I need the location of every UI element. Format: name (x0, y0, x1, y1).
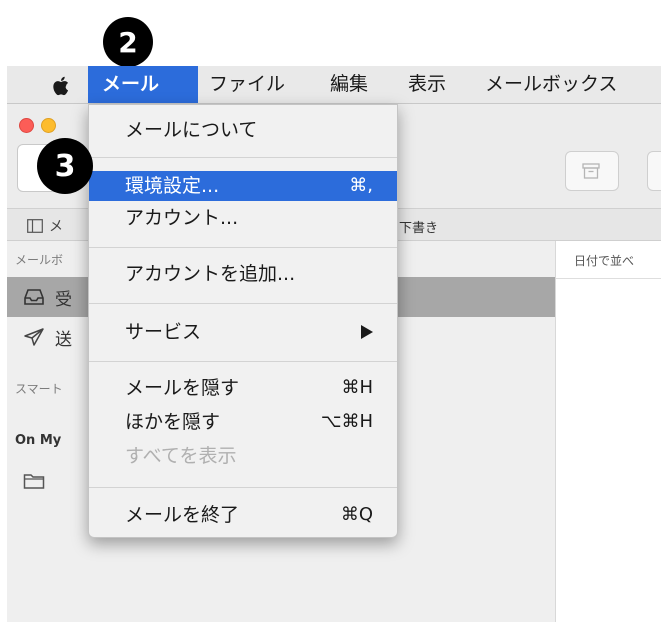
menu-mail[interactable]: メール (88, 66, 198, 103)
apple-icon[interactable] (51, 75, 73, 97)
sent-icon (24, 328, 44, 346)
toolbar-button-right[interactable] (647, 151, 661, 191)
menu-item-label: サービス (125, 321, 202, 343)
menu-file[interactable]: ファイル (209, 66, 285, 103)
menu-separator (89, 157, 397, 158)
archive-icon (582, 163, 600, 179)
sidebar-toggle-icon (27, 219, 43, 233)
menu-item-preferences[interactable]: 環境設定... ⌘, (89, 171, 397, 201)
menu-item-services[interactable]: サービス (89, 317, 397, 347)
mailboxes-toggle[interactable]: メ (27, 216, 63, 236)
menu-mailbox[interactable]: メールボックス (485, 66, 617, 103)
menu-view[interactable]: 表示 (408, 66, 446, 103)
menu-item-label: アカウント... (125, 207, 239, 229)
sidebar-heading-on-my-mac: On My (15, 433, 62, 448)
drafts-favorite[interactable]: 下書き (399, 217, 438, 236)
menu-item-hide-others[interactable]: ほかを隠す ⌥⌘H (89, 407, 397, 437)
sidebar-heading-mailboxes: メールボ (15, 253, 64, 267)
menu-item-label: ほかを隠す (125, 411, 221, 433)
menu-separator (89, 303, 397, 304)
sidebar-item-label: 受 (55, 289, 72, 310)
menu-item-shortcut: ⌘Q (340, 504, 373, 525)
folder-icon (23, 474, 45, 489)
minimize-window-button[interactable] (41, 118, 56, 133)
sidebar-heading-smart: スマート (15, 382, 63, 396)
menu-item-shortcut: ⌥⌘H (320, 411, 373, 432)
menu-item-about[interactable]: メールについて (89, 115, 397, 145)
step-badge-3: 3 (37, 138, 93, 194)
message-list: 日付で並べ (555, 241, 661, 622)
mail-menu-dropdown: メールについて 環境設定... ⌘, アカウント... アカウントを追加... … (88, 104, 398, 538)
step-badge-2: 2 (103, 17, 153, 67)
menu-item-quit[interactable]: メールを終了 ⌘Q (89, 500, 397, 530)
menu-item-accounts[interactable]: アカウント... (89, 203, 397, 233)
menu-item-show-all: すべてを表示 (89, 441, 397, 471)
menu-item-label: メールを終了 (125, 504, 240, 526)
menu-separator (89, 487, 397, 488)
close-window-button[interactable] (19, 118, 34, 133)
submenu-arrow-icon (361, 325, 373, 339)
menu-item-shortcut: ⌘H (341, 377, 373, 398)
menu-item-label: メールを隠す (125, 377, 240, 399)
mailboxes-label: メ (49, 219, 63, 235)
menu-item-hide-mail[interactable]: メールを隠す ⌘H (89, 373, 397, 403)
menu-item-label: メールについて (125, 119, 258, 141)
menu-item-label: 環境設定... (125, 175, 220, 197)
sort-by-date-label[interactable]: 日付で並べ (574, 252, 634, 269)
menu-item-label: すべてを表示 (125, 445, 237, 467)
list-divider (556, 278, 661, 279)
menu-item-add-account[interactable]: アカウントを追加... (89, 259, 397, 289)
menu-item-shortcut: ⌘, (349, 175, 373, 196)
menu-item-label: アカウントを追加... (125, 263, 296, 285)
inbox-icon (24, 289, 44, 305)
menu-edit[interactable]: 編集 (330, 66, 368, 103)
menu-bar: メール ファイル 編集 表示 メールボックス (7, 66, 661, 104)
archive-button[interactable] (565, 151, 619, 191)
menu-separator (89, 361, 397, 362)
sidebar-item-label: 送 (55, 329, 72, 350)
menu-separator (89, 247, 397, 248)
